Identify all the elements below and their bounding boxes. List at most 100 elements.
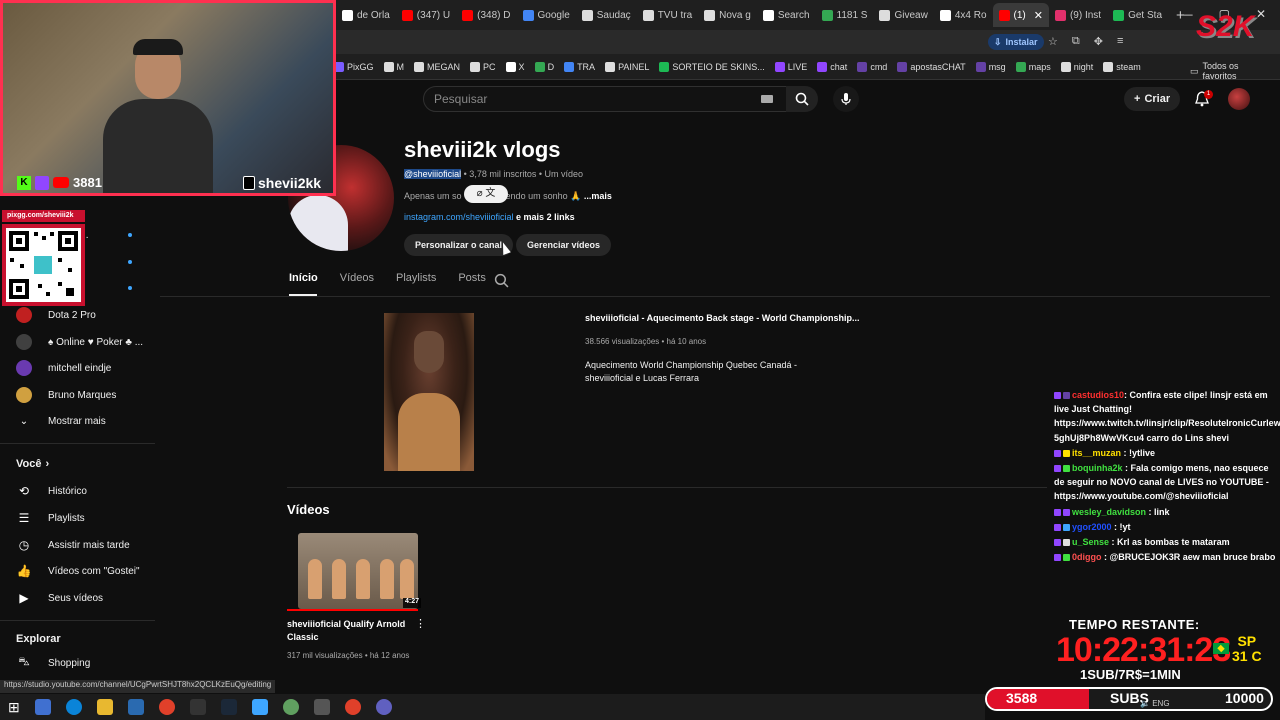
channel-tab[interactable]: Início (289, 272, 318, 284)
browser-tab[interactable]: (347) U (396, 3, 456, 27)
chrome-icon[interactable] (344, 699, 361, 715)
browser-tab[interactable]: Search (757, 3, 816, 27)
translate-popup[interactable]: ⌀ 文 (464, 185, 508, 203)
search-input[interactable]: Pesquisar (423, 86, 787, 112)
you-heading[interactable]: Você › (16, 458, 49, 470)
bookmark-item[interactable]: PAINEL (605, 61, 649, 72)
sidebar-item[interactable]: ♠ Online ♥ Poker ♣ ... (0, 329, 155, 355)
desc-more[interactable]: ...mais (584, 191, 612, 201)
sidebar-item[interactable]: ⌄ Mostrar mais (0, 408, 155, 434)
tab-favicon-icon (642, 9, 654, 21)
app-icon[interactable] (189, 699, 206, 715)
browser-tab[interactable]: Google (517, 3, 576, 27)
manage-videos-button[interactable]: Gerenciar vídeos (516, 234, 612, 256)
steam-icon[interactable] (220, 699, 237, 715)
create-button[interactable]: + Criar (1124, 87, 1181, 111)
sidebar-item[interactable]: Bruno Marques (0, 382, 155, 408)
language-indicator[interactable]: ENG (1152, 699, 1169, 708)
bookmark-item[interactable]: steam (1103, 61, 1141, 72)
edge-icon[interactable] (65, 699, 82, 715)
channel-tab[interactable]: Vídeos (340, 272, 374, 284)
chat-badge-icon (1054, 554, 1061, 562)
browser-tab[interactable]: Giveaw (873, 3, 933, 27)
more-links[interactable]: e mais 2 links (514, 212, 575, 222)
channel-search-button[interactable] (494, 273, 509, 291)
webcam-overlay: K 3881 shevii2kk (0, 0, 336, 196)
brazil-flag-icon (1213, 643, 1229, 654)
bookmark-item[interactable]: maps (1015, 61, 1051, 72)
browser-tab[interactable]: TVU tra (637, 3, 698, 27)
chat-badge-icon (1054, 523, 1061, 531)
video-thumbnail[interactable] (298, 533, 418, 609)
bookmark-item[interactable]: SORTEIO DE SKINS... (659, 61, 765, 72)
store-icon[interactable] (127, 699, 144, 715)
channel-tab[interactable]: Playlists (396, 272, 436, 284)
app-icon[interactable] (282, 699, 299, 715)
bookmark-item[interactable]: PC (470, 61, 496, 72)
bookmark-item[interactable]: chat (817, 61, 847, 72)
bookmark-item[interactable]: apostasCHAT (897, 61, 966, 72)
copilot-icon[interactable] (34, 699, 51, 715)
sidebar-item[interactable]: 👍 Vídeos com "Gostei" (0, 558, 155, 584)
browser-tab[interactable]: de Orla (336, 3, 396, 27)
browser-tab[interactable]: Get Sta (1107, 3, 1168, 27)
browser-tab[interactable]: 4x4 Ro (934, 3, 993, 27)
windows-start-icon[interactable]: ⊞ (8, 699, 20, 716)
account-avatar[interactable] (1228, 88, 1250, 110)
browser-tab[interactable]: Saudaç (576, 3, 637, 27)
star-icon[interactable]: ☆ (1048, 35, 1058, 48)
bookmark-item[interactable]: cmd (857, 61, 887, 72)
browser-tab[interactable]: (348) D (456, 3, 516, 27)
chrome-icon[interactable] (158, 699, 175, 715)
browser-tab[interactable]: Nova g (698, 3, 757, 27)
keyboard-icon[interactable] (761, 95, 773, 103)
bookmark-label: TRA (577, 61, 596, 72)
instagram-link[interactable]: instagram.com/sheviiioficial (404, 212, 514, 222)
all-favorites[interactable]: ▭ Todos os favoritos (1190, 61, 1270, 81)
minimize-icon[interactable]: — (1181, 7, 1193, 21)
file-explorer-icon[interactable] (96, 699, 113, 715)
sidebar-item[interactable]: ▶ Seus vídeos (0, 585, 155, 611)
chat-text: : @BRUCEJOK3R aew man bruce brabo (1101, 552, 1276, 563)
discord-icon[interactable] (375, 699, 392, 715)
desc-end: endo um sonho 🙏 (505, 191, 582, 201)
more-options-icon[interactable]: ⋮ (415, 617, 426, 630)
close-tab-icon[interactable]: ✕ (1034, 9, 1043, 22)
customize-channel-button[interactable]: Personalizar o canal (404, 234, 514, 256)
browser-tab[interactable]: 1181 S (816, 3, 874, 27)
thumb-figure (380, 559, 394, 599)
browser-tab[interactable]: (9) Inst (1049, 3, 1107, 27)
playlist-icon[interactable]: ≡ (1117, 35, 1123, 48)
bookmark-item[interactable]: M (383, 61, 404, 72)
voice-search-button[interactable] (833, 86, 859, 112)
app-icon[interactable] (251, 699, 268, 715)
calculator-icon[interactable] (313, 699, 330, 715)
avatar-shirt (288, 195, 348, 251)
channel-links[interactable]: instagram.com/sheviiioficial e mais 2 li… (404, 212, 575, 222)
bookmark-item[interactable]: LIVE (774, 61, 807, 72)
bookmark-item[interactable]: night (1060, 61, 1093, 72)
install-app-button[interactable]: ⇩ Instalar (988, 34, 1044, 50)
sidebar-item[interactable]: mitchell eindje (0, 355, 155, 381)
bookmark-item[interactable]: X (505, 61, 525, 72)
sidebar-item[interactable]: ⛍ Shopping (0, 650, 155, 676)
bookmark-item[interactable]: PixGG (334, 61, 374, 72)
bookmark-item[interactable]: MEGAN (414, 61, 460, 72)
bookmark-item[interactable]: msg (975, 61, 1006, 72)
sidebar-item[interactable]: ◷ Assistir mais tarde (0, 532, 155, 558)
channel-tab[interactable]: Posts (458, 272, 486, 284)
extension-icon[interactable]: ⧉ (1072, 35, 1080, 48)
featured-video-thumbnail[interactable] (384, 313, 474, 471)
bookmark-item[interactable]: TRA (564, 61, 596, 72)
tab-favicon-icon (704, 9, 716, 21)
sidebar-item[interactable]: ⟲ Histórico (0, 478, 155, 504)
bookmark-item[interactable]: D (534, 61, 554, 72)
browser-tab[interactable]: (1) ✕ (992, 3, 1049, 27)
sidebar-item[interactable]: ☰ Playlists (0, 505, 155, 531)
puzzle-icon[interactable]: ✥ (1094, 35, 1103, 48)
video-title[interactable]: sheviiioficial Qualify Arnold Classic (287, 618, 417, 644)
search-button[interactable] (786, 86, 818, 112)
bookmark-label: SORTEIO DE SKINS... (672, 61, 765, 72)
featured-video-title[interactable]: sheviiioficial - Aquecimento Back stage … (585, 313, 860, 323)
volume-icon[interactable]: 🔈 (1140, 699, 1150, 708)
